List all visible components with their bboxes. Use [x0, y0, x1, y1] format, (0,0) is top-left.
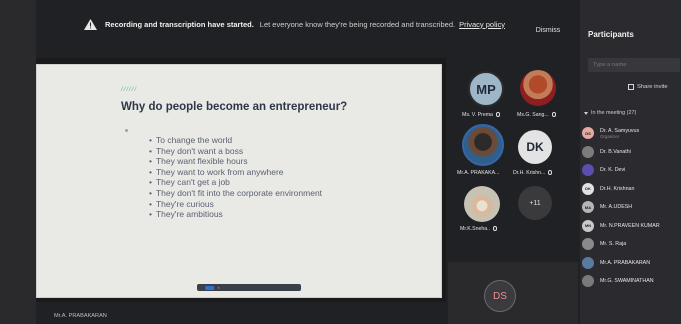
participant-avatar: DK: [582, 182, 594, 195]
participant-name: Mr. S. Raja: [600, 241, 627, 248]
panel-title: Participants: [588, 30, 634, 39]
screen-share-toolbar[interactable]: ×: [197, 284, 301, 291]
participant-name: Dr. B.Vanathi: [600, 148, 631, 155]
slide-bullet: They want to work from anywhere: [149, 167, 322, 178]
avatar-tile-mp[interactable]: MP: [468, 71, 504, 107]
slide-bullet: They want flexible hours: [149, 156, 322, 167]
share-toolbar-highlight[interactable]: [204, 285, 214, 290]
participant-role: Organizer: [600, 133, 620, 139]
in-meeting-label: In the meeting (27): [591, 110, 637, 116]
participant-avatar: MN: [582, 219, 594, 232]
warning-icon: [84, 18, 97, 30]
slide-bullet-list: To change the world They don't want a bo…: [149, 135, 322, 220]
participant-avatar: [582, 256, 594, 269]
presenter-name: Mr.A. PRABAKARAN: [54, 313, 107, 319]
slide-bullet: They can't get a job: [149, 177, 322, 188]
mic-off-icon: [495, 112, 500, 118]
participant-avatar: MA: [582, 201, 594, 214]
chevron-down-icon: [584, 111, 588, 115]
participant-row[interactable]: Dr. B.Vanathi: [580, 143, 681, 162]
participant-avatar: [582, 275, 594, 288]
participant-name: Dr. K. Devi: [600, 167, 626, 174]
participant-name: Mr. N.PRAVEEN KUMAR: [600, 222, 660, 229]
recording-notification: Recording and transcription have started…: [40, 10, 580, 38]
participant-avatar: [582, 164, 594, 177]
privacy-policy-link[interactable]: Privacy policy: [459, 20, 505, 29]
tile-name-text: Dr.H. Krishn...: [513, 170, 546, 176]
slide-dot: [125, 129, 128, 132]
participant-name: Dr. A. Samyuvus: [600, 127, 640, 134]
tile-name-text: Mr.K.Sneha..: [460, 226, 490, 232]
avatar-tile-active-speaker[interactable]: [462, 124, 504, 166]
participant-row[interactable]: MA Mr. A.UDESH: [580, 198, 681, 217]
share-toolbar-bar: [200, 286, 201, 290]
participant-row[interactable]: Dr. K. Devi: [580, 161, 681, 180]
avatar-tile-dk[interactable]: DK: [518, 130, 552, 164]
avatar-tile-photo[interactable]: [464, 186, 500, 222]
participant-avatar: DS: [582, 127, 594, 140]
share-invite-label: Share invite: [637, 84, 668, 90]
participant-avatar: [582, 238, 594, 251]
tile-name: Ms. V. Prema: [462, 112, 500, 118]
participant-name: Dr.H. Krishnan: [600, 185, 635, 192]
dismiss-button[interactable]: Dismiss: [522, 21, 574, 39]
left-margin: [0, 0, 36, 324]
mic-off-icon: [551, 112, 556, 118]
participant-row[interactable]: MN Mr. N.PRAVEEN KUMAR: [580, 217, 681, 236]
slide-bullet: They don't fit into the corporate enviro…: [149, 188, 322, 199]
avatar-tile-photo[interactable]: [520, 70, 556, 106]
mic-off-icon: [493, 226, 497, 232]
notification-message: Let everyone know they're being recorded…: [259, 19, 456, 29]
tile-name: Mr.A. PRAKAKA...: [457, 170, 500, 176]
participant-name: Mr. A.UDESH: [600, 204, 633, 211]
participant-row[interactable]: DK Dr.H. Krishnan: [580, 180, 681, 199]
notification-title: Recording and transcription have started…: [105, 19, 254, 29]
participant-info: Dr. A. Samyuvus Organizer: [600, 128, 639, 139]
participant-name: Mr.G. SWAMINATHAN: [600, 278, 654, 285]
shared-slide: ////// Why do people become an entrepren…: [36, 64, 442, 298]
participant-row[interactable]: DS Dr. A. Samyuvus Organizer: [580, 124, 681, 143]
participant-row[interactable]: Mr.G. SWAMINATHAN: [580, 272, 681, 291]
participant-name: Mr.A. PRABAKARAN: [600, 259, 651, 266]
participant-row[interactable]: Mr. S. Raja: [580, 235, 681, 254]
share-toolbar-close-icon[interactable]: ×: [218, 286, 220, 290]
slide-bullet: They're ambitious: [149, 209, 322, 220]
slide-title: Why do people become an entrepreneur?: [121, 101, 348, 113]
participant-avatar: [582, 145, 594, 158]
tile-name: Mr.K.Sneha..: [460, 226, 497, 232]
more-participants-button[interactable]: +11: [518, 186, 552, 220]
participant-search-input[interactable]: [588, 58, 680, 72]
avatar-self-ds[interactable]: DS: [484, 280, 516, 312]
slide-bullet: To change the world: [149, 135, 322, 146]
tile-name-text: Ms.G. Sang...: [517, 112, 549, 118]
share-icon: [628, 84, 634, 90]
in-meeting-section-toggle[interactable]: In the meeting (27): [584, 110, 636, 116]
slide-accent: //////: [121, 87, 138, 93]
tile-name: Dr.H. Krishn...: [513, 170, 553, 176]
mic-off-icon: [548, 170, 553, 176]
participant-row[interactable]: Mr.A. PRABAKARAN: [580, 254, 681, 273]
participant-list: DS Dr. A. Samyuvus Organizer Dr. B.Vanat…: [580, 124, 681, 291]
share-invite-button[interactable]: Share invite: [628, 84, 668, 90]
tile-name-text: Ms. V. Prema: [462, 112, 493, 118]
meeting-window: Recording and transcription have started…: [0, 0, 681, 324]
tile-name: Ms.G. Sang...: [517, 112, 556, 118]
slide-bullet: They don't want a boss: [149, 146, 322, 157]
slide-bullet: They're curious: [149, 199, 322, 210]
